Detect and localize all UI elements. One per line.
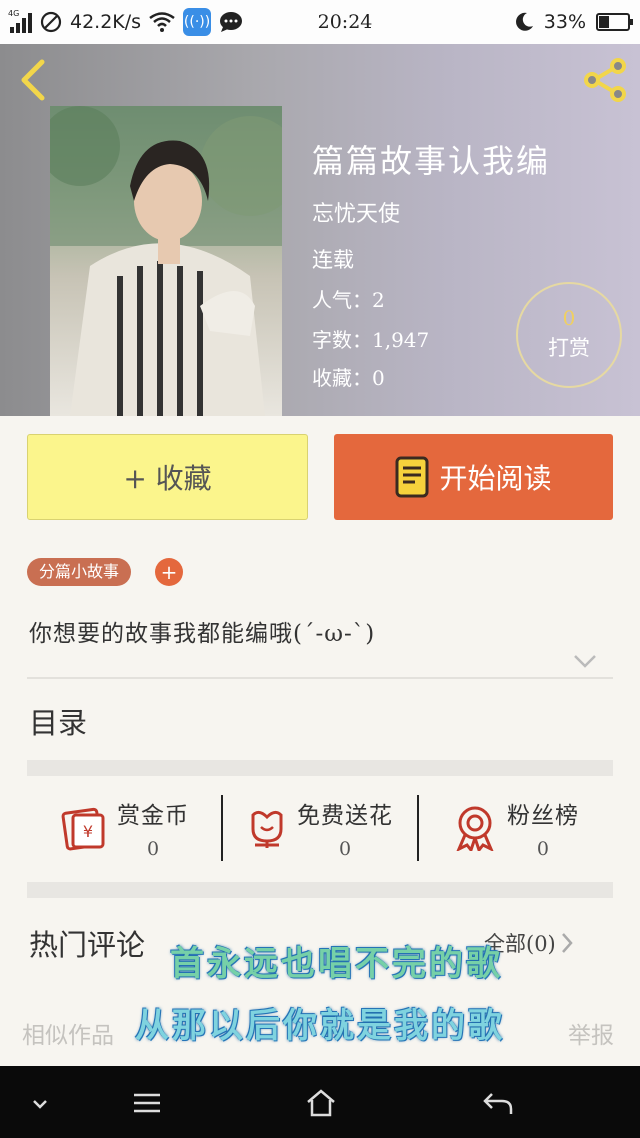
back-arrow-icon[interactable] [14, 58, 54, 102]
book-cover-image[interactable] [50, 106, 282, 416]
lyric-overlay-line-1: 首永远也唱不完的歌 [170, 944, 503, 984]
book-status: 连载 [312, 248, 354, 272]
clock: 20:24 [317, 11, 373, 33]
favorite-button[interactable]: + 收藏 [27, 434, 308, 520]
table-of-contents-link[interactable]: 目录 [29, 700, 87, 742]
system-navigation-bar [0, 1066, 640, 1138]
coin-reward-value: 0 [146, 838, 160, 860]
hide-nav-chevron-icon[interactable] [30, 1088, 50, 1118]
hot-comments-title: 热门评论 [29, 928, 146, 962]
no-disturb-icon [40, 11, 62, 33]
section-separator [27, 760, 613, 776]
message-icon [220, 12, 243, 32]
free-flower-value: 0 [338, 838, 352, 860]
chevron-down-icon[interactable] [572, 652, 598, 670]
coin-reward-item[interactable]: ¥ 赏金币 0 [27, 786, 221, 870]
back-nav-icon[interactable] [482, 1088, 514, 1118]
divider [27, 677, 613, 679]
network-speed: 42.2K/s [70, 11, 142, 33]
lyric-overlay-line-2: 从那以后你就是我的歌 [135, 1006, 505, 1046]
share-icon[interactable] [580, 58, 630, 102]
report-button[interactable]: 举报 [568, 1016, 614, 1050]
free-flower-item[interactable]: 免费送花 0 [223, 786, 417, 870]
reward-label: 打赏 [548, 336, 590, 360]
popularity-stat: 人气：2 [312, 288, 385, 312]
book-author[interactable]: 忘忧天使 [312, 196, 400, 228]
book-icon [395, 456, 429, 498]
home-icon[interactable] [305, 1088, 337, 1118]
add-tag-button[interactable]: + [155, 558, 183, 586]
support-stats-row: ¥ 赏金币 0 免费送花 0 粉丝榜 0 [27, 786, 613, 870]
status-bar: 4G 42.2K/s ((·)) 20:24 33% [0, 0, 640, 44]
signal-icon: 4G [8, 9, 32, 33]
start-reading-button[interactable]: 开始阅读 [334, 434, 613, 520]
fan-ranking-value: 0 [536, 838, 550, 860]
start-reading-label: 开始阅读 [439, 462, 552, 495]
svg-text:¥: ¥ [83, 822, 93, 841]
menu-icon[interactable] [132, 1088, 162, 1118]
book-intro: 你想要的故事我都能编哦(´-ω-`) [29, 621, 376, 647]
fan-ranking-label: 粉丝榜 [506, 803, 579, 829]
word-count-stat: 字数：1,947 [312, 328, 430, 352]
battery-icon [596, 13, 633, 31]
coin-reward-label: 赏金币 [117, 803, 189, 829]
red-envelope-icon: ¥ [61, 807, 105, 851]
section-separator [27, 882, 613, 898]
fan-ranking-item[interactable]: 粉丝榜 0 [419, 786, 613, 870]
book-title: 篇篇故事认我编 [312, 142, 551, 180]
hotspot-app-icon: ((·)) [183, 8, 212, 36]
book-header: 篇篇故事认我编 忘忧天使 连载 人气：2 字数：1,947 收藏：0 0 打赏 [0, 44, 640, 416]
reward-button[interactable]: 0 打赏 [516, 282, 622, 388]
favorite-label: + 收藏 [123, 462, 212, 495]
moon-icon [515, 12, 533, 31]
similar-works-label[interactable]: 相似作品 [22, 1016, 114, 1050]
reward-count: 0 [562, 306, 576, 330]
flower-icon [251, 810, 283, 848]
wifi-icon [149, 12, 175, 32]
free-flower-label: 免费送花 [296, 803, 393, 829]
medal-icon [456, 806, 494, 851]
battery-percent: 33% [543, 11, 586, 33]
favorites-stat: 收藏：0 [312, 366, 385, 390]
category-tag[interactable]: 分篇小故事 [27, 558, 132, 586]
chevron-right-icon [561, 933, 573, 953]
